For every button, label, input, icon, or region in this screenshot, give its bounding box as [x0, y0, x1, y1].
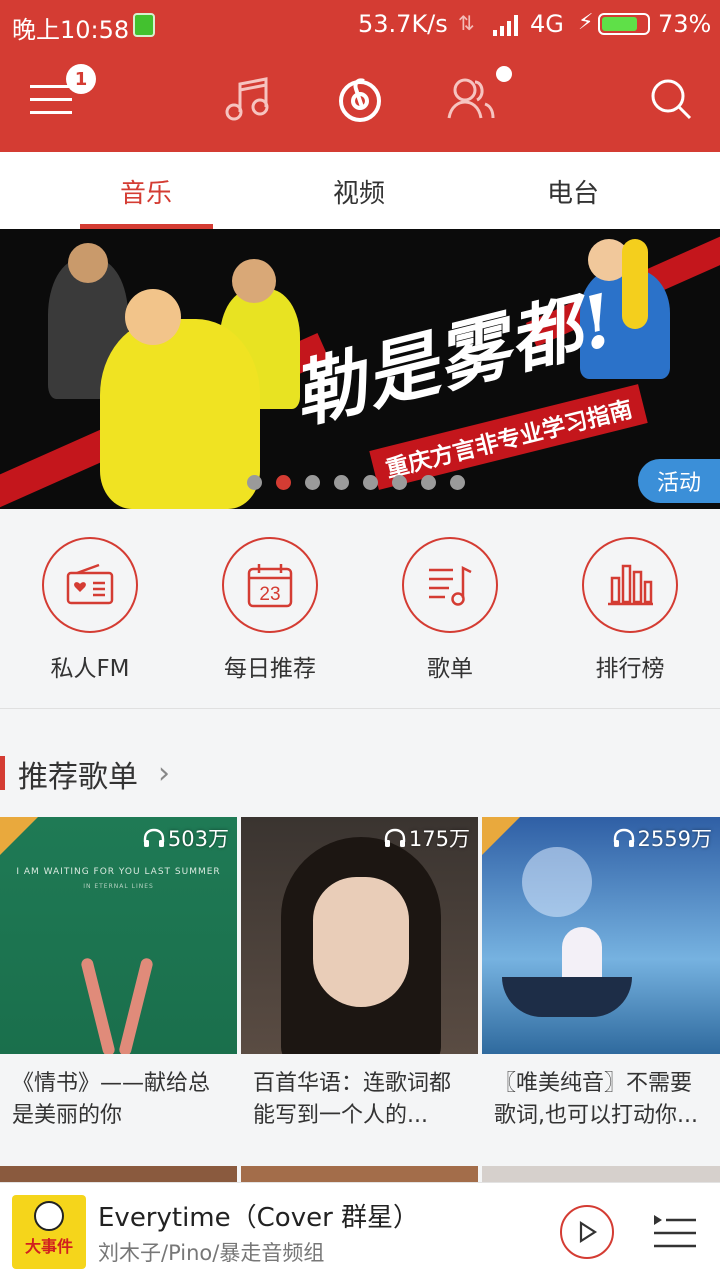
cover-text: IN ETERNAL LINES: [83, 883, 154, 890]
sim-icon: [133, 13, 155, 37]
mini-player[interactable]: 大事件 Everytime（Cover 群星） 刘木子/Pino/暴走音频组: [0, 1182, 720, 1280]
banner-figure-head: [232, 259, 276, 303]
headphones-icon: [143, 828, 165, 847]
network-type: 4G: [530, 10, 564, 38]
banner-dot[interactable]: [450, 475, 465, 490]
charging-icon: ⚡: [578, 10, 594, 35]
album-art-label: 大事件: [24, 1237, 73, 1256]
play-count-value: 503万: [167, 827, 229, 851]
entry-circle: 23: [222, 537, 318, 633]
discover-button[interactable]: [325, 64, 395, 134]
banner-snake-toy: [622, 239, 648, 329]
tab-video[interactable]: 视频: [239, 152, 479, 230]
entry-personal-fm[interactable]: 私人FM: [0, 537, 180, 683]
chevron-right-icon: ›: [158, 756, 170, 791]
banner-dot[interactable]: [392, 475, 407, 490]
album-art: 大事件: [12, 1195, 86, 1269]
banner-figure-head: [68, 243, 108, 283]
play-count: 503万: [143, 823, 229, 853]
cover-arm: [118, 957, 154, 1054]
album-art-face: [34, 1201, 64, 1231]
playlist-name: 〖唯美纯音〗不需要歌词,也可以打动你...: [494, 1071, 698, 1128]
battery-icon: [598, 13, 650, 35]
banner-pagination: [247, 475, 465, 490]
music-note-icon: [225, 77, 269, 121]
playlist-icon: [429, 565, 472, 606]
entry-label: 排行榜: [595, 656, 665, 682]
cover-portrait-face: [313, 877, 409, 1007]
network-speed: 53.7K/s: [358, 10, 448, 38]
friends-notification-dot: [496, 66, 512, 82]
banner-dot[interactable]: [334, 475, 349, 490]
radio-icon: [66, 563, 114, 605]
play-count-value: 175万: [408, 827, 470, 851]
calendar-icon: 23: [247, 564, 293, 608]
promo-banner[interactable]: 勒是雾都! 重庆方言非专业学习指南 活动: [0, 229, 720, 509]
entry-daily-recommend[interactable]: 23 每日推荐: [180, 537, 360, 683]
play-count: 2559万: [613, 823, 712, 853]
banner-figure: [100, 319, 260, 509]
play-count: 175万: [384, 823, 470, 853]
banner-tag: 活动: [638, 459, 720, 503]
playlist-cover: 2559万: [482, 817, 720, 1054]
entry-circle: [42, 537, 138, 633]
cover-arm: [80, 957, 116, 1054]
entry-label: 歌单: [427, 656, 473, 682]
tab-radio[interactable]: 电台: [453, 152, 693, 230]
banner-dot[interactable]: [421, 475, 436, 490]
playlist-cover: 175万: [241, 817, 478, 1054]
status-time: 晚上10:58: [12, 16, 130, 44]
section-title: 推荐歌单: [18, 760, 138, 795]
playlist-card[interactable]: 175万 百首华语：连歌词都能写到一个人的...: [241, 817, 478, 1134]
recommend-playlists-header[interactable]: 推荐歌单 ›: [0, 748, 720, 798]
corner-badge: [0, 817, 38, 855]
quick-entries: 私人FM 23 每日推荐 歌单 排行榜: [0, 509, 720, 709]
entry-charts[interactable]: 排行榜: [540, 537, 720, 683]
entry-label: 每日推荐: [224, 656, 316, 682]
banner-figure-head: [125, 289, 181, 345]
friends-icon: [447, 78, 495, 119]
song-artist: 刘木子/Pino/暴走音频组: [98, 1241, 325, 1265]
app-header: 晚上10:58 53.7K/s ⇅ 4G ⚡ 73% 1: [0, 0, 720, 152]
song-title: Everytime（Cover 群星）: [98, 1203, 420, 1233]
chart-icon: [608, 564, 653, 606]
playlist-card[interactable]: I AM WAITING FOR YOU LAST SUMMER IN ETER…: [0, 817, 237, 1134]
banner-dot[interactable]: [276, 475, 291, 490]
battery-fill: [602, 17, 637, 31]
playlist-queue-icon[interactable]: [650, 1211, 700, 1251]
playlist-name: 《情书》——献给总是美丽的你: [12, 1071, 211, 1128]
calendar-day: 23: [259, 584, 280, 605]
cover-moon: [522, 847, 592, 917]
entry-playlists[interactable]: 歌单: [360, 537, 540, 683]
cover-text: I AM WAITING FOR YOU LAST SUMMER: [16, 867, 221, 877]
tab-music[interactable]: 音乐: [26, 152, 266, 230]
banner-dot[interactable]: [305, 475, 320, 490]
search-icon: [651, 79, 692, 120]
corner-badge: [482, 817, 520, 855]
battery-percent: 73%: [658, 10, 712, 38]
content-tabs: 音乐 视频 电台: [0, 152, 720, 230]
entry-circle: [402, 537, 498, 633]
section-accent-bar: [0, 756, 5, 790]
play-icon: [579, 1220, 598, 1244]
playlist-name: 百首华语：连歌词都能写到一个人的...: [253, 1071, 452, 1128]
playlist-cover: I AM WAITING FOR YOU LAST SUMMER IN ETER…: [0, 817, 237, 1054]
data-arrows-icon: ⇅: [458, 11, 475, 35]
search-button[interactable]: [636, 64, 706, 134]
banner-dot[interactable]: [247, 475, 262, 490]
entry-label: 私人FM: [50, 656, 130, 682]
netease-logo-icon: [339, 78, 381, 122]
play-count-value: 2559万: [637, 827, 712, 851]
my-music-button[interactable]: [212, 64, 282, 134]
signal-icon: [493, 15, 518, 36]
banner-dot[interactable]: [363, 475, 378, 490]
playlist-card[interactable]: 2559万 〖唯美纯音〗不需要歌词,也可以打动你...: [482, 817, 720, 1134]
menu-badge: 1: [66, 64, 96, 94]
headphones-icon: [613, 828, 634, 847]
headphones-icon: [384, 828, 406, 847]
cover-boat: [502, 977, 632, 1017]
entry-circle: [582, 537, 678, 633]
status-bar: 晚上10:58 53.7K/s ⇅ 4G ⚡ 73%: [0, 0, 720, 50]
play-button[interactable]: [560, 1205, 614, 1259]
